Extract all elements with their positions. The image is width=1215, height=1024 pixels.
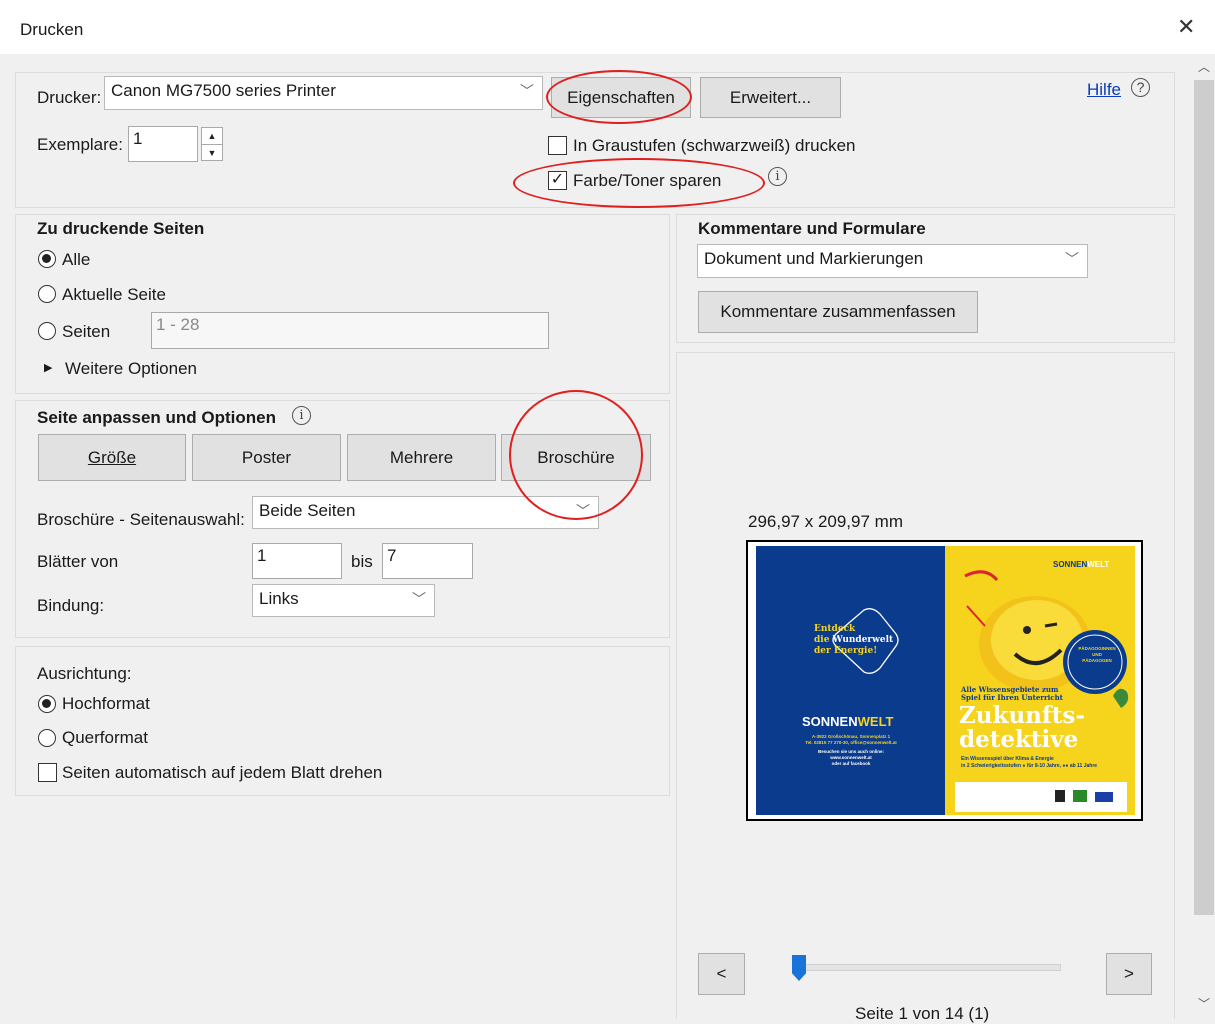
desc-line1: Ein Wissensspiel über Klima & Energie [961, 756, 1054, 762]
preview-left-page: Entdeck die Wunderwelt der Energie! SONN… [756, 546, 945, 815]
radio-all[interactable] [38, 250, 56, 268]
next-page-button[interactable]: > [1106, 953, 1152, 995]
size-button[interactable]: Größe [38, 434, 186, 481]
radio-landscape[interactable] [38, 729, 56, 747]
binding-value: Links [259, 589, 299, 608]
visit-line3: oder auf facebook [831, 761, 871, 766]
left-logo-welt: WELT [857, 714, 894, 729]
help-icon[interactable]: ? [1131, 78, 1150, 97]
auto-rotate-label: Seiten automatisch auf jedem Blatt drehe… [62, 763, 383, 782]
binding-label: Bindung: [37, 596, 105, 615]
chevron-down-icon: ﹀ [1065, 251, 1079, 267]
comments-heading: Kommentare und Formulare [698, 219, 926, 238]
chevron-down-icon: ﹀ [412, 591, 426, 607]
save-ink-info-icon[interactable]: i [768, 167, 787, 186]
booklet-subset-value: Beide Seiten [259, 501, 356, 520]
right-logo-sonnen: SONNEN [1053, 560, 1088, 569]
scroll-down-icon[interactable]: ﹀ [1198, 995, 1210, 1012]
prev-page-button[interactable]: < [698, 953, 745, 995]
fit-heading: Seite anpassen und Optionen [37, 408, 276, 427]
orientation-label: Ausrichtung: [37, 664, 132, 683]
left-logo: SONNENWELT [802, 714, 893, 729]
page-range-input[interactable]: 1 - 28 [151, 312, 549, 349]
stepper-down-icon[interactable]: ▼ [202, 145, 222, 161]
title-bar [0, 0, 1215, 54]
fit-info-icon[interactable]: i [292, 406, 311, 425]
copies-input[interactable]: 1 [128, 126, 198, 162]
scrollbar-thumb[interactable] [1194, 80, 1214, 915]
annotation-ellipse-properties [546, 70, 692, 124]
annotation-ellipse-booklet [509, 390, 643, 520]
right-logo: SONNENWELT [1053, 560, 1109, 569]
printer-select-value: Canon MG7500 series Printer [111, 81, 336, 100]
slogan-line1: Entdeck [814, 624, 856, 634]
page-indicator: Seite 1 von 14 (1) [855, 1004, 990, 1023]
pages-heading: Zu druckende Seiten [37, 219, 205, 238]
lemon-illustration [955, 570, 1129, 812]
address-line2: Tel. 02815 77 270-30, office@sonnenwelt.… [805, 740, 897, 745]
grayscale-checkbox[interactable] [548, 136, 567, 155]
grayscale-label: In Graustufen (schwarzweiß) drucken [573, 136, 856, 155]
expand-triangle-icon[interactable]: ▶ [44, 361, 52, 374]
chevron-down-icon: ﹀ [520, 83, 534, 99]
slogan-line3: der Energie! [814, 646, 878, 656]
left-logo-sonnen: SONNEN [802, 714, 858, 729]
badge-line2: UND PÄDAGOGEN [1082, 652, 1112, 663]
comments-select[interactable]: Dokument und Markierungen ﹀ [697, 244, 1088, 278]
right-logo-welt: WELT [1087, 560, 1110, 569]
radio-portrait-label: Hochformat [62, 694, 150, 713]
more-options-link[interactable]: Weitere Optionen [65, 359, 197, 379]
close-icon[interactable]: ✕ [1177, 14, 1195, 40]
annotation-ellipse-save-ink [513, 158, 765, 208]
radio-all-label: Alle [62, 250, 91, 269]
paper-size-label: 296,97 x 209,97 mm [748, 512, 903, 531]
printer-select[interactable]: Canon MG7500 series Printer ﹀ [104, 76, 543, 110]
binding-select[interactable]: Links ﹀ [252, 584, 435, 617]
scroll-up-icon[interactable]: ︿ [1198, 58, 1210, 75]
window-title: Drucken [20, 20, 84, 39]
booklet-subset-label: Broschüre - Seitenauswahl: [37, 510, 245, 529]
copies-label: Exemplare: [37, 135, 123, 154]
diamond-outline [832, 608, 899, 674]
comments-select-value: Dokument und Markierungen [704, 249, 924, 268]
subtitle-line2: Spiel für Ihren Unterricht [961, 693, 1063, 702]
copies-stepper[interactable]: ▲ ▼ [201, 127, 223, 161]
title-line2: detektive [959, 726, 1079, 753]
auto-rotate-checkbox[interactable] [38, 763, 57, 782]
radio-current-page-label: Aktuelle Seite [62, 285, 166, 304]
title-line1: Zukunfts- [959, 702, 1085, 729]
sheets-label: Blätter von [37, 552, 119, 571]
radio-landscape-label: Querformat [62, 728, 148, 747]
slogan-highlight: Wunderwelt [832, 635, 894, 645]
poster-button[interactable]: Poster [192, 434, 341, 481]
printer-label: Drucker: [37, 88, 102, 107]
multiple-button[interactable]: Mehrere [347, 434, 496, 481]
slogan-line2: die Wunderwelt [814, 635, 894, 645]
radio-current-page[interactable] [38, 285, 56, 303]
preview-page: Entdeck die Wunderwelt der Energie! SONN… [746, 540, 1143, 821]
summarize-comments-button[interactable]: Kommentare zusammenfassen [698, 291, 978, 333]
desc-line2: in 2 Schwierigkeitsstufen ● für 8-10 Jah… [961, 763, 1098, 769]
sheets-to-input[interactable]: 7 [382, 543, 473, 579]
radio-page-range[interactable] [38, 322, 56, 340]
help-link[interactable]: Hilfe [1087, 80, 1121, 100]
radio-page-range-label: Seiten [62, 322, 111, 341]
size-button-label: Größe [87, 447, 137, 467]
sheets-from-input[interactable]: 1 [252, 543, 342, 579]
stepper-up-icon[interactable]: ▲ [202, 128, 222, 145]
preview-right-page: SONNENWELT PÄDAGOGINNEN UND PÄDAGOGEN Al… [945, 546, 1135, 815]
advanced-button[interactable]: Erweitert... [700, 77, 841, 118]
sheets-to-label: bis [351, 552, 373, 571]
radio-portrait[interactable] [38, 695, 56, 713]
page-slider-track[interactable] [795, 964, 1061, 971]
